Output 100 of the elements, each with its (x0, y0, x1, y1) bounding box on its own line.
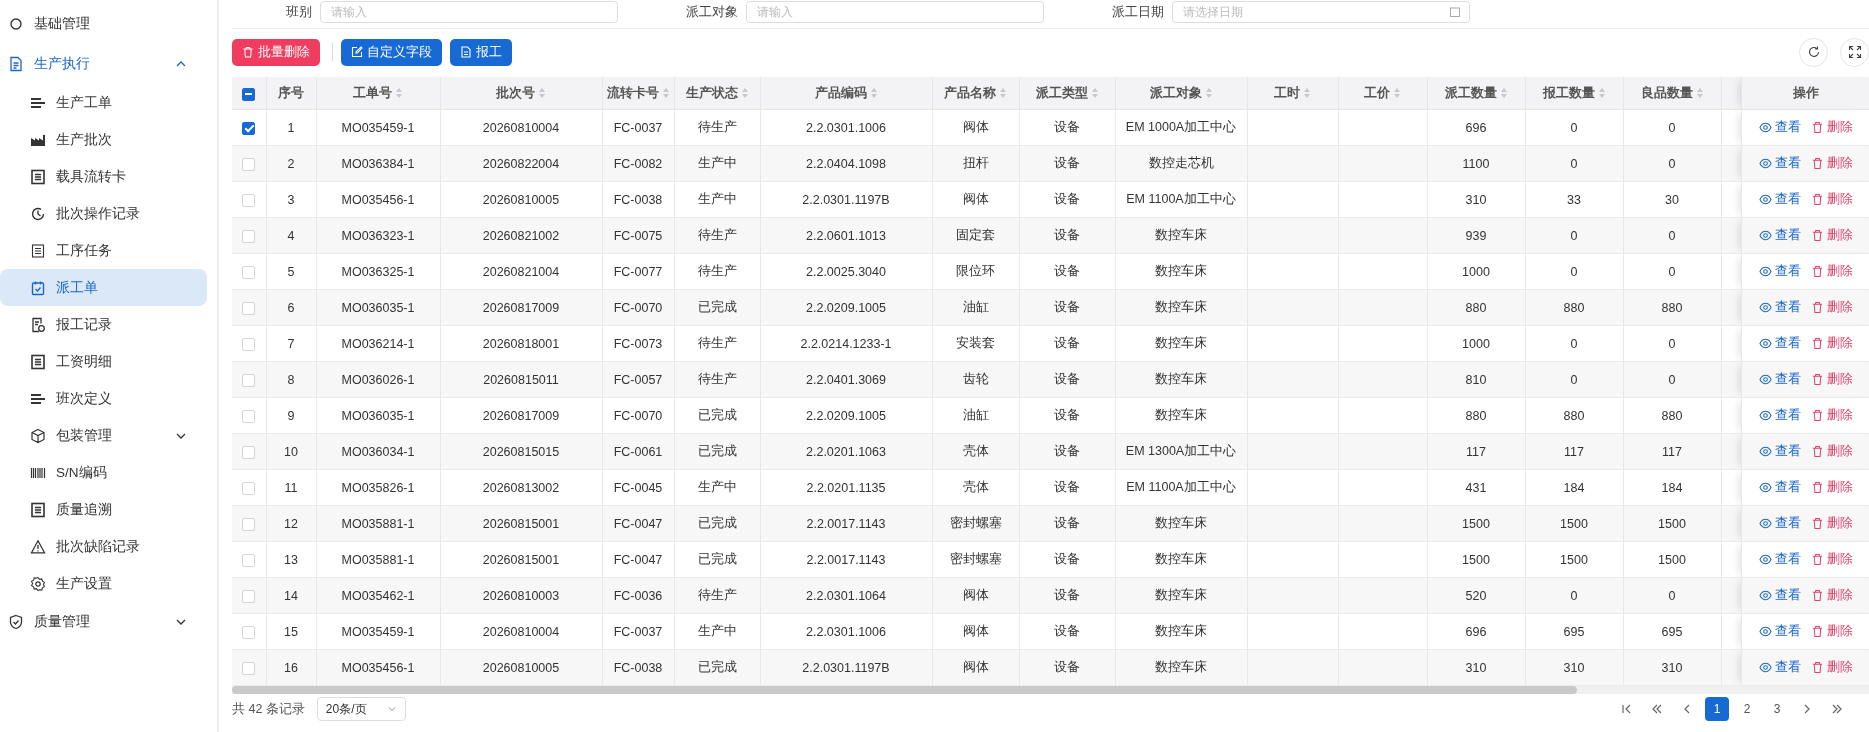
input-field[interactable]: 请输入 (746, 1, 1044, 23)
sort-icon[interactable] (1090, 87, 1099, 99)
delete-link[interactable]: 删除 (1810, 622, 1853, 641)
table-cell: 310 (1465, 192, 1487, 207)
sidebar-item[interactable]: 载具流转卡 (0, 158, 207, 195)
sidebar-item[interactable]: 包装管理 (0, 417, 207, 454)
toolbar-button[interactable]: 批量删除 (232, 38, 320, 66)
sort-icon[interactable] (661, 87, 670, 99)
sidebar-item[interactable]: 报工记录 (0, 306, 207, 343)
delete-link[interactable]: 删除 (1810, 406, 1853, 425)
sidebar-item[interactable]: 生产设置 (0, 565, 207, 602)
sidebar-item[interactable]: 班次定义 (0, 380, 207, 417)
view-link[interactable]: 查看 (1758, 190, 1801, 209)
sidebar-item[interactable]: 质量管理 (0, 602, 207, 642)
input-field[interactable]: 请选择日期 (1172, 1, 1470, 23)
sort-icon[interactable] (395, 87, 403, 99)
view-link[interactable]: 查看 (1758, 550, 1801, 569)
delete-link[interactable]: 删除 (1810, 190, 1853, 209)
delete-link[interactable]: 删除 (1810, 154, 1853, 173)
delete-link[interactable]: 删除 (1810, 370, 1853, 389)
table-cell: FC-0082 (613, 156, 663, 171)
sidebar-item[interactable]: 基础管理 (0, 4, 207, 44)
sidebar-item[interactable]: 批次缺陷记录 (0, 528, 207, 565)
sidebar-item[interactable]: 派工单 (0, 269, 207, 306)
table-cell: EM 1000A加工中心 (1125, 120, 1237, 134)
view-link[interactable]: 查看 (1758, 622, 1801, 641)
table-cell: 1500 (1560, 552, 1588, 567)
sort-icon[interactable] (1393, 87, 1401, 99)
delete-link[interactable]: 删除 (1810, 442, 1853, 461)
refresh-button[interactable] (1799, 37, 1828, 67)
sidebar-item[interactable]: 工序任务 (0, 232, 207, 269)
table-cell: 310 (1563, 660, 1585, 675)
fullscreen-button[interactable] (1840, 37, 1869, 67)
table-cell: 0 (1570, 372, 1578, 387)
delete-link[interactable]: 删除 (1810, 586, 1853, 605)
table-cell: 安装套 (956, 336, 995, 350)
select-all-checkbox[interactable] (242, 87, 256, 101)
table-cell: 壳体 (962, 444, 989, 458)
page-button[interactable]: 2 (1735, 697, 1759, 721)
sort-icon[interactable] (1204, 87, 1213, 99)
delete-link[interactable]: 删除 (1810, 550, 1853, 569)
delete-link[interactable]: 删除 (1810, 658, 1853, 677)
sort-icon[interactable] (999, 87, 1007, 99)
view-link[interactable]: 查看 (1758, 370, 1801, 389)
sort-icon[interactable] (869, 87, 878, 99)
delete-link[interactable]: 删除 (1810, 262, 1853, 281)
sort-icon[interactable] (740, 87, 749, 99)
sort-icon[interactable] (538, 87, 546, 99)
row-checkbox[interactable] (242, 121, 256, 135)
view-link[interactable]: 查看 (1758, 298, 1801, 317)
sort-icon[interactable] (1597, 87, 1606, 99)
input-field[interactable]: 请输入 (320, 1, 618, 23)
sort-icon[interactable] (1303, 87, 1311, 99)
sidebar-item[interactable]: 生产执行 (0, 44, 207, 84)
sidebar-item[interactable]: 生产批次 (0, 121, 207, 158)
view-link[interactable]: 查看 (1758, 586, 1801, 605)
view-link[interactable]: 查看 (1758, 442, 1801, 461)
page-button[interactable]: 3 (1765, 697, 1789, 721)
toolbar-button[interactable]: 报工 (450, 38, 512, 66)
view-link[interactable]: 查看 (1758, 406, 1801, 425)
table-cell: 设备 (1054, 336, 1080, 350)
sidebar-item[interactable]: 生产工单 (0, 84, 207, 121)
view-link[interactable]: 查看 (1758, 118, 1801, 137)
view-link[interactable]: 查看 (1758, 514, 1801, 533)
horizontal-scrollbar[interactable] (232, 686, 1869, 694)
delete-link[interactable]: 删除 (1810, 478, 1853, 497)
column-header: 操作 (1792, 85, 1819, 100)
table-cell: 0 (1668, 228, 1676, 243)
table-cell: 20260810003 (482, 588, 560, 603)
view-link[interactable]: 查看 (1758, 658, 1801, 677)
column-header: 流转卡号 (606, 84, 659, 102)
delete-link[interactable]: 删除 (1810, 118, 1853, 137)
sort-icon[interactable] (1695, 87, 1704, 99)
text-input[interactable]: 请选择日期 (1181, 4, 1449, 20)
view-link[interactable]: 查看 (1758, 478, 1801, 497)
toolbar-button[interactable]: 自定义字段 (341, 38, 442, 66)
view-link[interactable]: 查看 (1758, 154, 1801, 173)
delete-link[interactable]: 删除 (1810, 298, 1853, 317)
table-cell: FC-0070 (613, 300, 663, 315)
sidebar-item[interactable]: 工资明细 (0, 343, 207, 380)
delete-link[interactable]: 删除 (1810, 514, 1853, 533)
sidebar-item[interactable]: 批次操作记录 (0, 195, 207, 232)
table-cell: 939 (1465, 228, 1487, 243)
text-input[interactable]: 请输入 (329, 4, 609, 20)
table-cell: 12 (284, 516, 298, 531)
view-link[interactable]: 查看 (1758, 334, 1801, 353)
page-button[interactable]: 1 (1705, 697, 1729, 721)
shield-check-icon (8, 614, 24, 630)
table-cell: 695 (1563, 624, 1585, 639)
delete-link[interactable]: 删除 (1810, 334, 1853, 353)
table-cell: 数控车床 (1155, 660, 1207, 674)
text-input[interactable]: 请输入 (755, 4, 1035, 20)
view-link[interactable]: 查看 (1758, 262, 1801, 281)
view-link[interactable]: 查看 (1758, 226, 1801, 245)
page-size-select[interactable]: 20条/页 (316, 697, 406, 721)
delete-link[interactable]: 删除 (1810, 226, 1853, 245)
table-cell: 设备 (1054, 192, 1080, 206)
sidebar-item[interactable]: 质量追溯 (0, 491, 207, 528)
sidebar-item[interactable]: S/N编码 (0, 454, 207, 491)
sort-icon[interactable] (1499, 87, 1508, 99)
